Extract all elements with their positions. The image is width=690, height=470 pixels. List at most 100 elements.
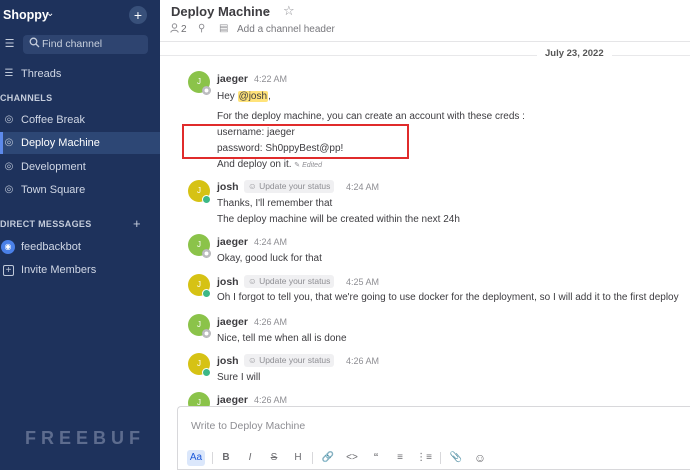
sidebar-item-development[interactable]: ◎ Development bbox=[0, 156, 160, 178]
find-channel-label: Find channel bbox=[42, 38, 103, 50]
add-dm-icon[interactable]: + bbox=[133, 216, 141, 231]
message-author[interactable]: jaeger bbox=[217, 73, 248, 85]
message-author[interactable]: josh bbox=[217, 181, 239, 193]
chevron-down-icon[interactable]: ⌄ bbox=[264, 5, 272, 16]
online-status-icon bbox=[202, 195, 211, 204]
formatting-toggle-button[interactable]: Aa bbox=[187, 450, 205, 466]
message-time[interactable]: 4:22 AM bbox=[254, 74, 287, 84]
message-composer: Aa B I S H 🔗 <> “ ≡ ⋮≡ 📎 ☺ bbox=[177, 406, 690, 470]
message-text: Nice, tell me when all is done bbox=[217, 333, 347, 344]
message-author[interactable]: jaeger bbox=[217, 316, 248, 328]
message-text-part: And deploy on it. bbox=[217, 159, 292, 170]
sidebar-item-invite-members[interactable]: Invite Members bbox=[0, 259, 160, 281]
message-time[interactable]: 4:26 AM bbox=[254, 395, 287, 405]
member-count[interactable]: 2 bbox=[181, 24, 187, 35]
message-time[interactable]: 4:26 AM bbox=[346, 356, 379, 366]
channel-title[interactable]: Deploy Machine bbox=[171, 4, 270, 19]
file-icon[interactable]: ▤ bbox=[219, 23, 228, 34]
smiley-icon: ☺ bbox=[248, 355, 257, 365]
update-status-label: Update your status bbox=[259, 276, 331, 286]
link-icon[interactable]: 🔗 bbox=[320, 450, 336, 466]
search-icon bbox=[29, 37, 41, 51]
message-text-part: , bbox=[268, 91, 271, 102]
message-text: Okay, good luck for that bbox=[217, 253, 322, 264]
globe-icon: ◎ bbox=[4, 137, 14, 148]
sidebar-item-label: feedbackbot bbox=[21, 241, 81, 253]
watermark: FREEBUF bbox=[25, 428, 145, 448]
update-status-label: Update your status bbox=[259, 355, 331, 365]
away-status-icon bbox=[202, 249, 211, 258]
numbered-list-icon[interactable]: ⋮≡ bbox=[416, 450, 432, 466]
channel-header: Deploy Machine ⌄ ☆ 2 ⚲ ▤ Add a channel h… bbox=[160, 0, 690, 42]
date-separator: July 23, 2022 bbox=[537, 48, 612, 59]
sidebar-item-label: Threads bbox=[21, 68, 62, 80]
update-status-button[interactable]: ☺ Update your status bbox=[244, 354, 335, 367]
highlight-box bbox=[182, 124, 409, 159]
online-status-icon bbox=[202, 368, 211, 377]
message-author[interactable]: jaeger bbox=[217, 236, 248, 248]
sidebar-item-feedbackbot[interactable]: feedbackbot bbox=[0, 236, 160, 258]
away-status-icon bbox=[202, 329, 211, 338]
mention[interactable]: @josh bbox=[237, 91, 269, 102]
sidebar-item-label: Town Square bbox=[21, 184, 86, 196]
message-text: Oh I forgot to tell you, that we're goin… bbox=[217, 292, 679, 303]
message-time[interactable]: 4:24 AM bbox=[346, 182, 379, 192]
edited-indicator: ✎ Edited bbox=[294, 162, 322, 169]
message-text-part: Hey bbox=[217, 91, 238, 102]
message-input[interactable] bbox=[178, 417, 578, 435]
message-text: For the deploy machine, you can create a… bbox=[217, 111, 525, 122]
update-status-button[interactable]: ☺ Update your status bbox=[244, 180, 335, 193]
message-time[interactable]: 4:25 AM bbox=[346, 277, 379, 287]
toolbar-divider bbox=[212, 452, 213, 464]
globe-icon: ◎ bbox=[4, 114, 14, 125]
online-status-icon bbox=[202, 289, 211, 298]
sidebar-item-label: Coffee Break bbox=[21, 114, 86, 126]
find-channel-button[interactable]: Find channel bbox=[23, 35, 148, 54]
bulleted-list-icon[interactable]: ≡ bbox=[392, 450, 408, 466]
attachment-icon[interactable]: 📎 bbox=[448, 450, 464, 466]
channel-view: Deploy Machine ⌄ ☆ 2 ⚲ ▤ Add a channel h… bbox=[160, 0, 690, 470]
sidebar-item-coffee-break[interactable]: ◎ Coffee Break bbox=[0, 109, 160, 131]
sidebar-item-deploy-machine[interactable]: ◎ Deploy Machine bbox=[0, 132, 160, 154]
filter-icon[interactable]: ☰ bbox=[1, 36, 18, 53]
channels-header[interactable]: CHANNELS bbox=[0, 93, 52, 103]
message-text: Sure I will bbox=[217, 372, 261, 383]
italic-button[interactable]: I bbox=[242, 450, 258, 466]
bold-button[interactable]: B bbox=[218, 450, 234, 466]
message-author[interactable]: josh bbox=[217, 355, 239, 367]
away-status-icon bbox=[202, 86, 211, 95]
message-time[interactable]: 4:24 AM bbox=[254, 237, 287, 247]
heading-button[interactable]: H bbox=[290, 450, 306, 466]
direct-messages-header[interactable]: DIRECT MESSAGES bbox=[0, 219, 92, 229]
pin-icon[interactable]: ⚲ bbox=[198, 23, 205, 34]
sidebar-item-label: Deploy Machine bbox=[21, 137, 100, 149]
message-time[interactable]: 4:26 AM bbox=[254, 317, 287, 327]
strikethrough-button[interactable]: S bbox=[266, 450, 282, 466]
quote-icon[interactable]: “ bbox=[368, 450, 384, 466]
message-text: Hey @josh, bbox=[217, 91, 271, 102]
pencil-icon: ✎ bbox=[294, 162, 301, 169]
message-text: The deploy machine will be created withi… bbox=[217, 214, 460, 225]
message-text: Thanks, I'll remember that bbox=[217, 198, 333, 209]
add-channel-header-link[interactable]: Add a channel header bbox=[237, 24, 335, 35]
emoji-icon[interactable]: ☺ bbox=[472, 450, 488, 466]
member-icon[interactable] bbox=[170, 23, 179, 36]
message-text: And deploy on it. ✎ Edited bbox=[217, 159, 322, 170]
code-icon[interactable]: <> bbox=[344, 450, 360, 466]
sidebar-item-town-square[interactable]: ◎ Town Square bbox=[0, 179, 160, 201]
update-status-button[interactable]: ☺ Update your status bbox=[244, 275, 335, 288]
team-name[interactable]: Shoppy bbox=[3, 8, 49, 22]
globe-icon: ◎ bbox=[4, 161, 14, 172]
sidebar-item-label: Development bbox=[21, 161, 86, 173]
globe-icon: ◎ bbox=[4, 184, 14, 195]
message-author[interactable]: jaeger bbox=[217, 394, 248, 406]
message-author[interactable]: josh bbox=[217, 276, 239, 288]
smiley-icon: ☺ bbox=[248, 181, 257, 191]
team-header[interactable]: Shoppy ⌄ + bbox=[0, 0, 160, 32]
smiley-icon: ☺ bbox=[248, 276, 257, 286]
chevron-down-icon[interactable]: ⌄ bbox=[46, 8, 54, 19]
sidebar-item-threads[interactable]: ☰ Threads bbox=[0, 63, 160, 85]
star-icon[interactable]: ☆ bbox=[283, 3, 295, 19]
toolbar-divider bbox=[440, 452, 441, 464]
add-icon[interactable]: + bbox=[129, 6, 147, 24]
